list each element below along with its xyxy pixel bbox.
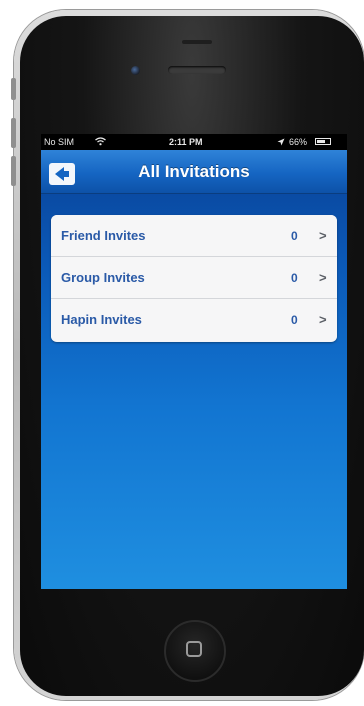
battery-percent: 66% <box>289 137 308 147</box>
friend-invites-row[interactable]: Friend Invites 0 > <box>51 215 337 257</box>
home-square-icon <box>186 641 202 657</box>
volume-up-button <box>11 118 16 148</box>
proximity-sensor <box>182 40 212 44</box>
wifi-icon <box>95 134 106 151</box>
home-button[interactable] <box>164 620 226 682</box>
chevron-right-icon: > <box>319 270 327 285</box>
carrier-label: No SIM <box>44 137 75 147</box>
battery-icon <box>315 138 331 145</box>
group-invites-row[interactable]: Group Invites 0 > <box>51 257 337 299</box>
row-count-badge: 0 <box>291 271 298 285</box>
invites-list: Friend Invites 0 > Group Invites 0 > Hap… <box>51 215 337 342</box>
navigation-bar: All Invitations <box>41 150 347 194</box>
row-count-badge: 0 <box>291 229 298 243</box>
page-title: All Invitations <box>138 162 250 181</box>
volume-down-button <box>11 156 16 186</box>
earpiece-speaker <box>168 66 226 74</box>
chevron-right-icon: > <box>319 228 327 243</box>
hapin-invites-row[interactable]: Hapin Invites 0 > <box>51 299 337 341</box>
location-arrow-icon <box>277 134 285 151</box>
row-label: Friend Invites <box>61 228 146 243</box>
row-label: Hapin Invites <box>61 312 142 327</box>
device-mockup: No SIM 2:11 PM 66% All Invitations Frien… <box>0 0 364 706</box>
front-camera <box>131 66 140 75</box>
chevron-right-icon: > <box>319 312 327 327</box>
back-button[interactable] <box>49 163 75 185</box>
back-arrow-icon-tail <box>63 171 69 177</box>
row-count-badge: 0 <box>291 313 298 327</box>
app-screen: No SIM 2:11 PM 66% All Invitations Frien… <box>41 134 347 589</box>
row-label: Group Invites <box>61 270 145 285</box>
status-bar: No SIM 2:11 PM 66% <box>41 134 347 150</box>
mute-switch <box>11 78 16 100</box>
status-time: 2:11 PM <box>169 137 203 147</box>
